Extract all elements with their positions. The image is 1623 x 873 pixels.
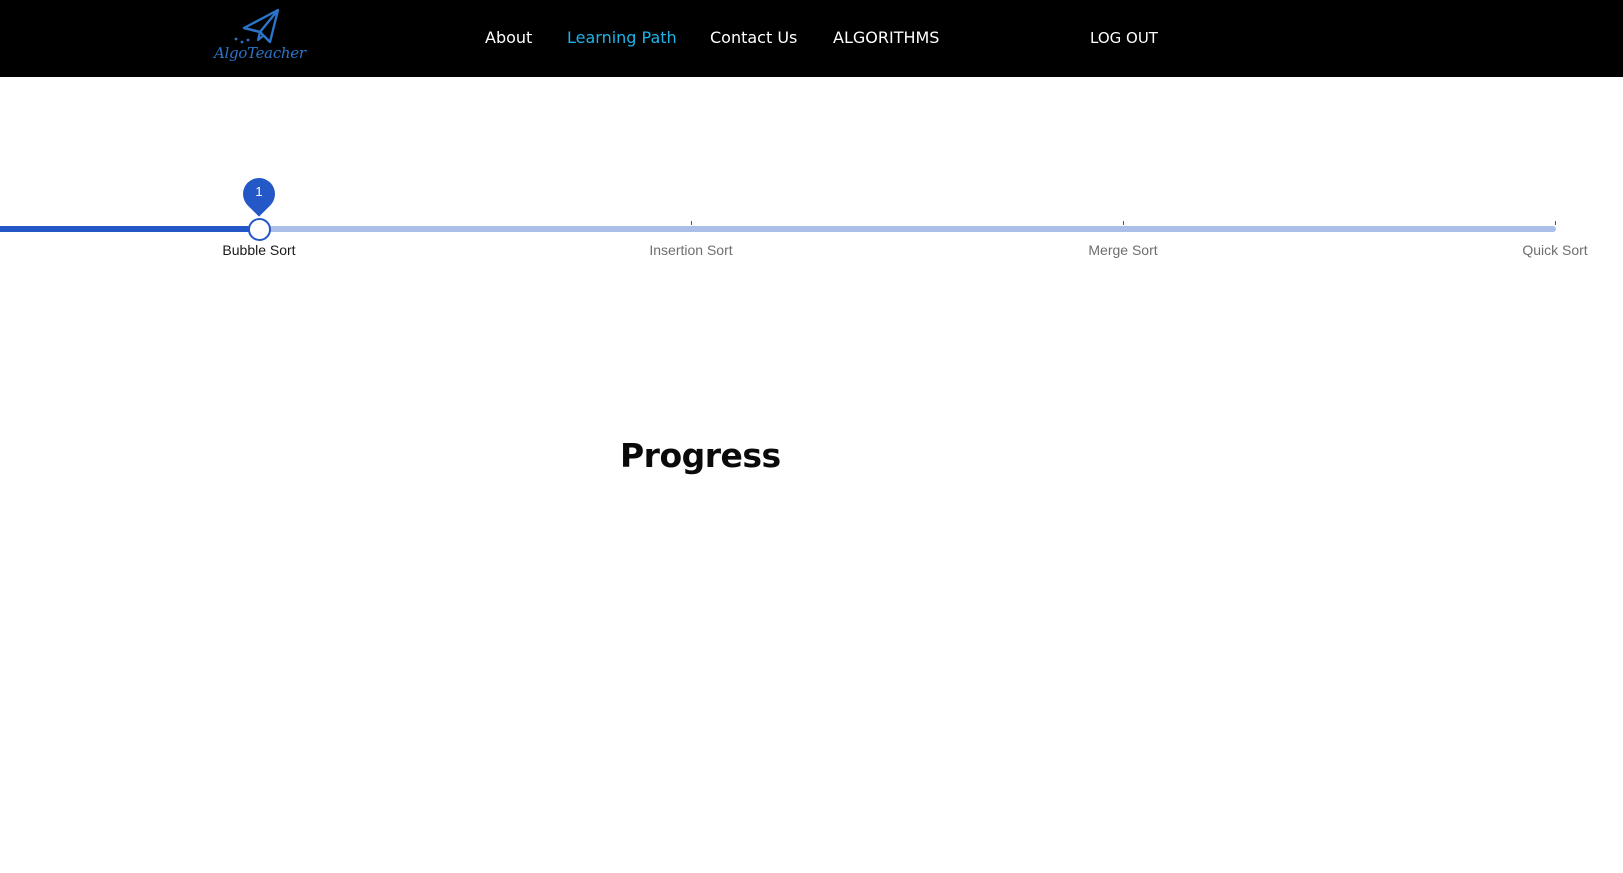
nav-link-learning-path[interactable]: Learning Path	[567, 27, 677, 49]
slider-tick-mark	[1555, 221, 1556, 225]
algoteacher-logo[interactable]: AlgoTeacher	[214, 6, 306, 68]
paper-plane-icon	[234, 8, 280, 44]
slider-mark-bubble-sort[interactable]: Bubble Sort	[222, 242, 295, 258]
slider-mark-quick-sort[interactable]: Quick Sort	[1522, 242, 1587, 258]
progress-heading: Progress	[620, 436, 781, 475]
nav-link-algorithms[interactable]: ALGORITHMS	[833, 27, 939, 49]
slider-value-text: 1	[255, 184, 263, 199]
nav-link-contact-us[interactable]: Contact Us	[710, 27, 797, 49]
top-navbar: AlgoTeacher About Learning Path Contact …	[0, 0, 1623, 77]
slider-mark-merge-sort[interactable]: Merge Sort	[1088, 242, 1157, 258]
slider-thumb[interactable]	[248, 218, 271, 241]
logout-button[interactable]: LOG OUT	[1090, 27, 1158, 49]
brand-name: AlgoTeacher	[214, 44, 306, 62]
slider-mark-insertion-sort[interactable]: Insertion Sort	[649, 242, 732, 258]
slider-tick-mark	[691, 221, 692, 225]
nav-link-about[interactable]: About	[485, 27, 532, 49]
slider-tick-mark	[1123, 221, 1124, 225]
slider-track-fill	[0, 226, 259, 232]
learning-path-slider[interactable]: 1 Bubble Sort Insertion Sort Merge Sort …	[0, 170, 1623, 270]
